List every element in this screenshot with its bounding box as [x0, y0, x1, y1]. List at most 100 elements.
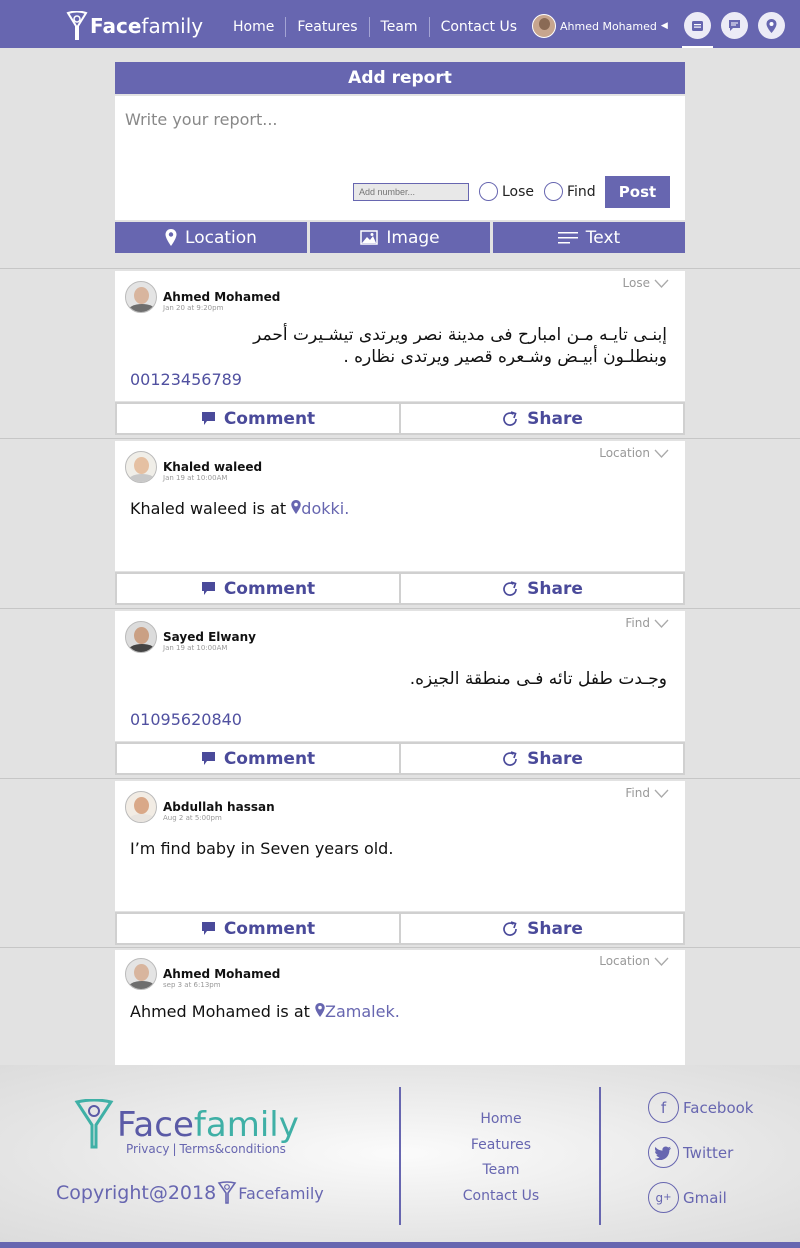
comment-button[interactable]: Comment [115, 912, 401, 945]
chevron-down-icon [654, 449, 669, 458]
chevron-down-icon [654, 619, 669, 628]
location-link[interactable]: dokki. [291, 499, 349, 518]
text-lines-icon [557, 232, 578, 244]
post-card: Ahmed Mohamed Jan 20 at 9:20pm Lose إبنـ… [115, 271, 685, 401]
radio-find-circle[interactable] [544, 182, 563, 201]
post-phone-number[interactable]: 01095620840 [130, 710, 242, 729]
share-icon [503, 750, 517, 766]
avatar[interactable] [125, 791, 157, 823]
post-type-dropdown[interactable]: Location [599, 446, 669, 460]
number-input[interactable] [353, 183, 469, 201]
nav-link-features[interactable]: Features [286, 17, 370, 37]
comment-button[interactable]: Comment [115, 742, 401, 775]
post-card: Sayed Elwany Jan 19 at 10:00AM Find وجـد… [115, 611, 685, 741]
divider [0, 947, 800, 948]
post-author[interactable]: Ahmed Mohamed [163, 967, 280, 981]
post-text: Ahmed Mohamed is at Zamalek. [130, 1002, 667, 1021]
post-type-dropdown[interactable]: Find [625, 786, 669, 800]
calendar-icon[interactable] [682, 12, 713, 48]
nav-link-home[interactable]: Home [222, 17, 287, 37]
nav-link-team[interactable]: Team [370, 17, 430, 37]
footer-link-team[interactable]: Team [402, 1158, 600, 1184]
post-type-dropdown[interactable]: Location [599, 954, 669, 968]
social-label: Facebook [683, 1098, 754, 1117]
post-author[interactable]: Khaled waleed [163, 460, 262, 474]
report-textarea[interactable] [125, 110, 665, 160]
location-pin-icon[interactable] [758, 12, 785, 39]
tab-location[interactable]: Location [115, 222, 307, 253]
social-facebook[interactable]: f Facebook [648, 1092, 753, 1123]
twitter-icon [648, 1137, 679, 1168]
comment-button[interactable]: Comment [115, 572, 401, 605]
post-type-label: Find [625, 616, 650, 630]
comment-icon [201, 582, 215, 595]
avatar[interactable] [125, 621, 157, 653]
report-tabs: Location Image Text [115, 222, 685, 253]
tab-image[interactable]: Image [307, 222, 490, 253]
share-icon [503, 580, 517, 596]
share-label: Share [527, 918, 583, 939]
post-type-label: Location [599, 954, 650, 968]
post-actions: Comment Share [115, 402, 685, 435]
location-name: dokki. [301, 499, 350, 518]
post-card: Abdullah hassan Aug 2 at 5:00pm Find I’m… [115, 781, 685, 911]
radio-lose-circle[interactable] [479, 182, 498, 201]
footer-link-home[interactable]: Home [402, 1107, 600, 1133]
social-gmail[interactable]: g + Gmail [648, 1182, 727, 1213]
report-form: Lose Find Post [115, 96, 685, 220]
share-button[interactable]: Share [401, 912, 685, 945]
chat-icon[interactable] [721, 12, 748, 39]
footer-brand-name: Facefamily [117, 1105, 299, 1145]
nav-link-contact[interactable]: Contact Us [430, 17, 528, 37]
bottom-bar [0, 1242, 800, 1248]
copyright-text: Copyright@2018 [56, 1182, 217, 1204]
privacy-link[interactable]: Privacy [126, 1142, 169, 1156]
post-type-dropdown[interactable]: Lose [623, 276, 669, 290]
comment-button[interactable]: Comment [115, 402, 401, 435]
footer-link-contact[interactable]: Contact Us [402, 1184, 600, 1210]
post-author[interactable]: Ahmed Mohamed [163, 290, 280, 304]
post-time: sep 3 at 6:13pm [163, 981, 221, 989]
post-type-dropdown[interactable]: Find [625, 616, 669, 630]
avatar[interactable] [125, 451, 157, 483]
post-author[interactable]: Sayed Elwany [163, 630, 256, 644]
avatar[interactable] [125, 958, 157, 990]
post-text: Khaled waleed is at dokki. [130, 499, 667, 518]
share-button[interactable]: Share [401, 572, 685, 605]
tab-text[interactable]: Text [490, 222, 685, 253]
post-text: I’m find baby in Seven years old. [130, 839, 394, 858]
logo-icon [74, 1099, 114, 1149]
user-menu[interactable]: Ahmed Mohamed ◀ [532, 14, 668, 38]
social-twitter[interactable]: Twitter [648, 1137, 733, 1168]
footer-divider [599, 1087, 601, 1225]
caret-left-icon: ◀ [660, 21, 668, 31]
post-card: Ahmed Mohamed sep 3 at 6:13pm Location A… [115, 950, 685, 1065]
share-button[interactable]: Share [401, 402, 685, 435]
tab-image-label: Image [386, 227, 440, 248]
logo-icon [66, 11, 88, 40]
radio-find[interactable]: Find [544, 182, 596, 201]
post-author[interactable]: Abdullah hassan [163, 800, 275, 814]
footer-link-features[interactable]: Features [402, 1133, 600, 1159]
nav-links: Home Features Team Contact Us [222, 16, 528, 38]
location-link[interactable]: Zamalek. [315, 1002, 400, 1021]
comment-icon [201, 752, 215, 765]
post-time: Jan 20 at 9:20pm [163, 304, 224, 312]
post-phone-number[interactable]: 00123456789 [130, 370, 242, 389]
post-type-label: Lose [622, 276, 650, 290]
copyright-brand: Facefamily [238, 1183, 324, 1203]
post-text-body: Ahmed Mohamed is at [130, 1002, 310, 1021]
terms-link[interactable]: Terms&conditions [180, 1142, 286, 1156]
avatar[interactable] [125, 281, 157, 313]
post-text: وجـدت طفل تائه فـى منطقة الجيزه. [409, 669, 667, 689]
post-button[interactable]: Post [605, 176, 670, 208]
radio-lose[interactable]: Lose [479, 182, 534, 201]
comment-icon [201, 922, 215, 935]
tab-text-label: Text [585, 227, 621, 248]
post-time: Jan 19 at 10:00AM [163, 644, 228, 652]
share-button[interactable]: Share [401, 742, 685, 775]
post-text-body: Khaled waleed is at [130, 499, 287, 518]
comment-label: Comment [223, 578, 316, 599]
brand-logo[interactable]: Facefamily [66, 11, 203, 41]
social-label: Gmail [683, 1188, 727, 1207]
